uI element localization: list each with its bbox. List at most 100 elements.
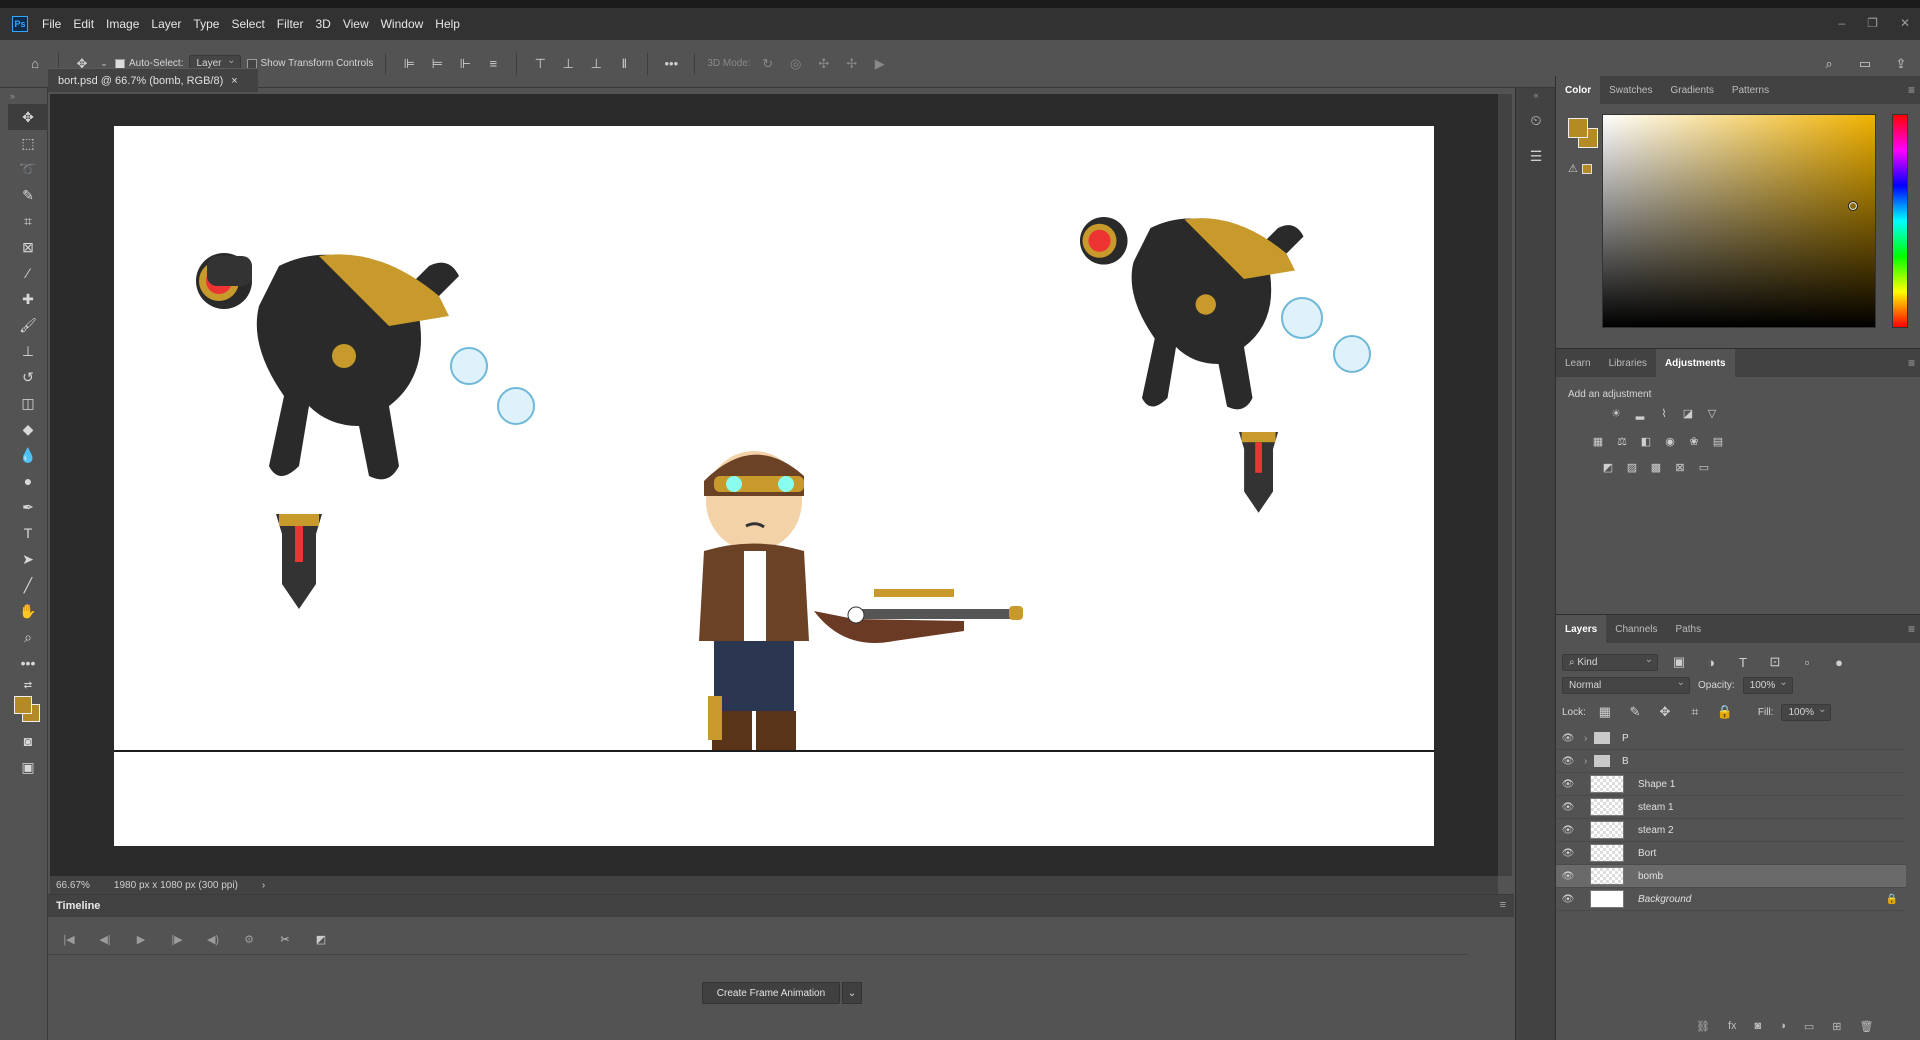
expand-group-icon[interactable]: ›	[1584, 756, 1594, 767]
align-center-icon[interactable]: ⊨	[426, 53, 448, 75]
filter-shape-icon[interactable]: ⊡	[1764, 651, 1786, 673]
visibility-eye-icon[interactable]: 👁	[1556, 733, 1580, 744]
gradient-map-icon[interactable]: ▭	[1696, 459, 1712, 475]
dodge-tool-icon[interactable]: ●	[8, 468, 48, 494]
blend-mode-dropdown[interactable]: Normal	[1562, 677, 1690, 694]
blur-tool-icon[interactable]: 💧	[8, 442, 48, 468]
color-picker-cursor[interactable]	[1848, 201, 1858, 211]
foreground-color-swatch[interactable]	[14, 696, 32, 714]
filter-toggle-icon[interactable]: ●	[1828, 651, 1850, 673]
tab-channels[interactable]: Channels	[1606, 615, 1666, 643]
search-icon[interactable]: ⌕	[1818, 53, 1840, 75]
home-icon[interactable]: ⌂	[24, 53, 46, 75]
play-icon[interactable]: ▶	[130, 929, 152, 951]
visibility-eye-icon[interactable]: 👁	[1556, 848, 1580, 859]
tab-adjustments[interactable]: Adjustments	[1655, 349, 1735, 377]
exposure-icon[interactable]: ◪	[1680, 405, 1696, 421]
foreground-color-swatch[interactable]	[1568, 118, 1588, 138]
chevron-down-icon[interactable]: ⌄	[842, 982, 862, 1004]
layer-row-bomb[interactable]: 👁 bomb	[1556, 865, 1906, 888]
eyedropper-tool-icon[interactable]: ⁄	[8, 260, 48, 286]
zoom-tool-icon[interactable]: ⌕	[8, 624, 48, 650]
lock-icon[interactable]: 🔒	[1886, 894, 1898, 905]
collapse-dock-icon[interactable]: «	[1516, 88, 1556, 102]
opacity-input[interactable]: 100%	[1742, 677, 1793, 694]
tab-color[interactable]: Color	[1556, 76, 1601, 104]
filter-adjustment-icon[interactable]: ◑	[1700, 651, 1722, 673]
type-tool-icon[interactable]: T	[8, 520, 48, 546]
visibility-eye-icon[interactable]: 👁	[1556, 779, 1580, 790]
layer-row-b[interactable]: 👁 › B	[1556, 750, 1906, 773]
align-top-icon[interactable]: ⊤	[529, 53, 551, 75]
close-window-icon[interactable]: ✕	[1900, 16, 1910, 30]
visibility-eye-icon[interactable]: 👁	[1556, 802, 1580, 813]
settings-icon[interactable]: ⚙	[238, 929, 260, 951]
layer-style-icon[interactable]: fx	[1728, 1020, 1737, 1033]
lock-image-icon[interactable]: ✎	[1624, 701, 1646, 723]
fg-bg-swatches[interactable]	[1568, 118, 1598, 148]
collapse-toolbar-icon[interactable]: »	[8, 88, 48, 104]
menu-select[interactable]: Select	[225, 17, 270, 31]
layer-name[interactable]: P	[1622, 733, 1629, 744]
layer-name[interactable]: Background	[1638, 894, 1691, 905]
layer-row-bort[interactable]: 👁 Bort	[1556, 842, 1906, 865]
align-left-icon[interactable]: ⊫	[398, 53, 420, 75]
layer-row-p[interactable]: 👁 › P	[1556, 727, 1906, 750]
layer-row-shape-1[interactable]: 👁 Shape 1	[1556, 773, 1906, 796]
layer-name[interactable]: steam 2	[1638, 825, 1674, 836]
history-panel-icon[interactable]: ⏲	[1516, 102, 1556, 138]
swap-colors-icon[interactable]: ⇄	[8, 676, 48, 694]
minimize-icon[interactable]: –	[1838, 16, 1845, 30]
layer-row-steam-1[interactable]: 👁 steam 1	[1556, 796, 1906, 819]
layer-name[interactable]: Shape 1	[1638, 779, 1675, 790]
menu-3d[interactable]: 3D	[309, 17, 336, 31]
first-frame-icon[interactable]: |◀	[58, 929, 80, 951]
panel-menu-icon[interactable]: ≡	[1500, 899, 1506, 911]
tab-learn[interactable]: Learn	[1556, 349, 1600, 377]
panel-menu-icon[interactable]: ≡	[1908, 356, 1915, 370]
eraser-tool-icon[interactable]: ◫	[8, 390, 48, 416]
visibility-eye-icon[interactable]: 👁	[1556, 825, 1580, 836]
invert-icon[interactable]: ◩	[1600, 459, 1616, 475]
new-adjustment-layer-icon[interactable]: ◑	[1779, 1020, 1786, 1033]
link-layers-icon[interactable]: ⛓	[1696, 1020, 1710, 1033]
black-white-icon[interactable]: ◧	[1638, 433, 1654, 449]
distribute-icon[interactable]: ≡	[482, 53, 504, 75]
show-transform-checkbox[interactable]: Show Transform Controls	[246, 58, 373, 69]
color-field[interactable]	[1602, 114, 1876, 328]
filter-smart-object-icon[interactable]: ▫	[1796, 651, 1818, 673]
new-layer-icon[interactable]: ⊞	[1832, 1020, 1841, 1033]
delete-layer-icon[interactable]: 🗑	[1859, 1020, 1873, 1033]
document-tab[interactable]: bort.psd @ 66.7% (bomb, RGB/8) ×	[48, 68, 258, 92]
menu-file[interactable]: File	[36, 17, 67, 31]
lock-artboard-icon[interactable]: ⌗	[1684, 701, 1706, 723]
filter-pixel-icon[interactable]: ▣	[1668, 651, 1690, 673]
vertical-scrollbar[interactable]	[1498, 94, 1512, 876]
hue-saturation-icon[interactable]: ▦	[1590, 433, 1606, 449]
menu-type[interactable]: Type	[187, 17, 225, 31]
lock-all-icon[interactable]: 🔒	[1714, 701, 1736, 723]
checkbox-box[interactable]	[115, 58, 125, 69]
move-tool-icon[interactable]: ✥	[8, 104, 48, 130]
tab-patterns[interactable]: Patterns	[1723, 76, 1778, 104]
align-right-icon[interactable]: ⊩	[454, 53, 476, 75]
web-safe-swatch[interactable]	[1582, 164, 1592, 174]
layer-row-background[interactable]: 👁 Background 🔒	[1556, 888, 1906, 911]
photo-filter-icon[interactable]: ◉	[1662, 433, 1678, 449]
hue-slider[interactable]	[1892, 114, 1908, 328]
layer-filter-dropdown[interactable]: ⌕ Kind	[1562, 653, 1658, 671]
brightness-icon[interactable]: ☀	[1608, 405, 1624, 421]
brush-tool-icon[interactable]: 🖌	[8, 312, 48, 338]
create-frame-animation-button[interactable]: Create Frame Animation	[702, 982, 840, 1004]
color-swatches[interactable]	[8, 694, 47, 728]
new-group-icon[interactable]: ▭	[1804, 1020, 1814, 1033]
channel-mixer-icon[interactable]: ❀	[1686, 433, 1702, 449]
timeline-title[interactable]: Timeline	[56, 900, 100, 912]
add-mask-icon[interactable]: ◙	[1755, 1020, 1762, 1033]
levels-icon[interactable]: ▂	[1632, 405, 1648, 421]
transition-icon[interactable]: ◩	[310, 929, 332, 951]
audio-icon[interactable]: ◀)	[202, 929, 224, 951]
paint-bucket-tool-icon[interactable]: ◆	[8, 416, 48, 442]
lock-transparent-icon[interactable]: ▦	[1594, 701, 1616, 723]
frame-tool-icon[interactable]: ⊠	[8, 234, 48, 260]
